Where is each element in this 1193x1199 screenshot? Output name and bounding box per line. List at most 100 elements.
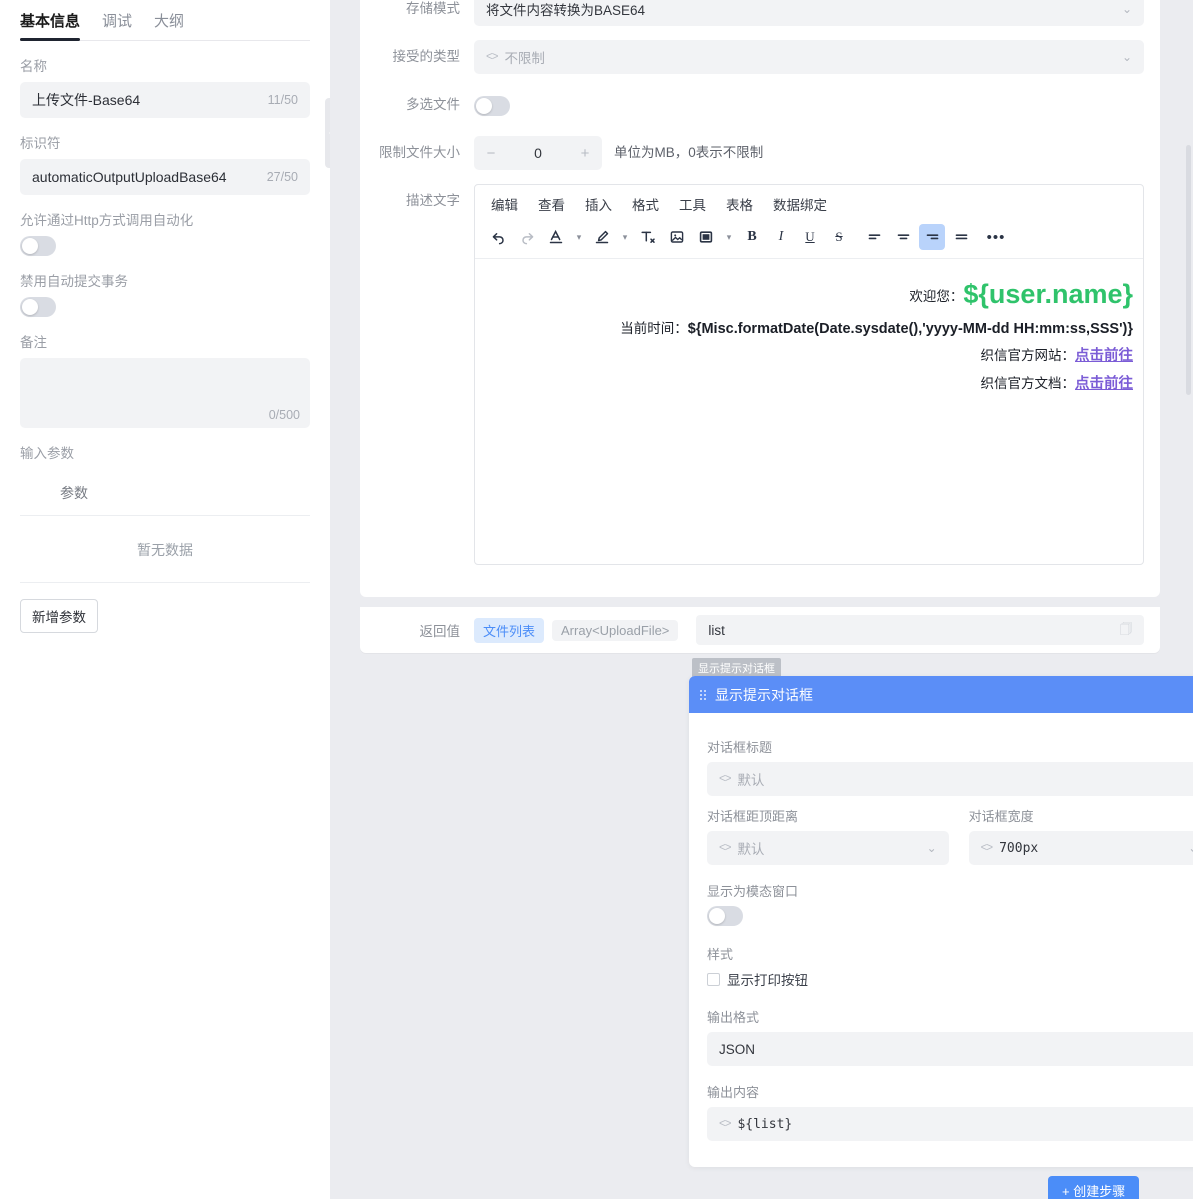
menu-edit[interactable]: 编辑 xyxy=(491,194,518,214)
print-button-checkbox[interactable] xyxy=(707,973,720,986)
highlight-icon[interactable] xyxy=(589,224,615,250)
dialog-width-select[interactable]: <> 700px ⌄ xyxy=(969,831,1193,865)
text-color-icon[interactable] xyxy=(543,224,569,250)
code-expression-icon: <> xyxy=(486,51,497,63)
print-button-checkbox-row[interactable]: 显示打印按钮 xyxy=(707,969,1193,989)
tab-outline[interactable]: 大纲 xyxy=(154,0,184,40)
input-params-label: 输入参数 xyxy=(20,442,310,462)
stepper-minus-button[interactable]: − xyxy=(474,145,508,162)
toggle-knob xyxy=(709,908,725,924)
menu-insert[interactable]: 插入 xyxy=(585,194,612,214)
sidebar-tabs: 基本信息 调试 大纲 xyxy=(0,0,330,40)
tab-debug[interactable]: 调试 xyxy=(102,0,132,40)
dialog-top-label: 对话框距顶距离 xyxy=(707,806,949,825)
app-root: 基本信息 调试 大纲 名称 上传文件-Base64 11/50 标识符 auto… xyxy=(0,0,1193,1199)
output-content-label: 输出内容 xyxy=(707,1082,1193,1101)
menu-table[interactable]: 表格 xyxy=(726,194,753,214)
return-value-input[interactable]: list 🗍 xyxy=(696,615,1144,645)
storage-mode-label: 存储模式 xyxy=(376,0,474,26)
return-value-row: 返回值 文件列表 Array<UploadFile> list 🗍 xyxy=(360,607,1160,653)
multi-file-row: 多选文件 xyxy=(376,88,1144,122)
step-header[interactable]: 显示提示对话框 禁用 xyxy=(689,676,1193,713)
clear-format-icon[interactable] xyxy=(635,224,661,250)
strikethrough-icon[interactable]: S xyxy=(826,224,852,250)
output-content-select[interactable]: <> ${list} ⌄ xyxy=(707,1107,1193,1141)
dialog-title-select[interactable]: <> 默认 ⌄ xyxy=(707,762,1193,796)
identifier-input-value: automaticOutputUploadBase64 xyxy=(32,169,267,185)
return-chip-name[interactable]: 文件列表 xyxy=(474,618,544,643)
output-format-select[interactable]: JSON ⌄ xyxy=(707,1032,1193,1066)
editor-menubar: 编辑 查看 插入 格式 工具 表格 数据绑定 xyxy=(475,185,1143,220)
main-panel: 存储模式 将文件内容转换为BASE64 ⌄ 接受的类型 <> 不限制 ⌄ xyxy=(330,0,1193,1199)
drag-handle-icon[interactable] xyxy=(699,689,709,701)
param-empty-state: 暂无数据 xyxy=(20,516,310,583)
limit-size-value[interactable]: 0 xyxy=(508,145,568,161)
more-icon[interactable]: ••• xyxy=(983,224,1009,250)
return-value-label: 返回值 xyxy=(376,620,474,640)
stepper-plus-button[interactable]: + xyxy=(568,145,602,162)
toggle-knob xyxy=(476,98,492,114)
remark-label: 备注 xyxy=(20,331,310,351)
shape-dropdown[interactable]: ▾ xyxy=(722,224,736,250)
chevron-down-icon: ⌄ xyxy=(1122,2,1132,16)
menu-format[interactable]: 格式 xyxy=(632,194,659,214)
shape-icon[interactable] xyxy=(693,224,719,250)
code-expression-icon: <> xyxy=(719,842,730,854)
multi-file-toggle[interactable] xyxy=(474,96,510,116)
http-call-toggle[interactable] xyxy=(20,236,56,256)
text-color-dropdown[interactable]: ▾ xyxy=(572,224,586,250)
vertical-scrollbar[interactable] xyxy=(1186,145,1191,395)
editor-line-website: 织信官方网站：点击前往 xyxy=(485,344,1133,365)
step-body: 对话框标题 <> 默认 ⌄ 对话框距顶距离 <> 默认 ⌄ xyxy=(689,713,1193,1167)
identifier-counter: 27/50 xyxy=(267,170,298,184)
tab-basic-info[interactable]: 基本信息 xyxy=(20,0,80,40)
italic-icon[interactable]: I xyxy=(768,224,794,250)
accept-type-select[interactable]: <> 不限制 ⌄ xyxy=(474,40,1144,74)
sidebar-body: 名称 上传文件-Base64 11/50 标识符 automaticOutput… xyxy=(0,55,330,633)
highlight-dropdown[interactable]: ▾ xyxy=(618,224,632,250)
menu-tools[interactable]: 工具 xyxy=(679,194,706,214)
redo-icon[interactable] xyxy=(514,224,540,250)
menu-data-binding[interactable]: 数据绑定 xyxy=(773,194,827,214)
dialog-dimensions-grid: 对话框距顶距离 <> 默认 ⌄ 对话框宽度 <> 700px ⌄ xyxy=(707,796,1193,865)
add-param-button[interactable]: 新增参数 xyxy=(20,599,98,633)
disable-autocommit-toggle[interactable] xyxy=(20,297,56,317)
docs-link[interactable]: 点击前往 xyxy=(1075,376,1133,392)
copy-icon[interactable]: 🗍 xyxy=(1120,620,1132,641)
website-link[interactable]: 点击前往 xyxy=(1075,348,1133,364)
name-input[interactable]: 上传文件-Base64 11/50 xyxy=(20,82,310,118)
disable-autocommit-label: 禁用自动提交事务 xyxy=(20,270,310,290)
create-step-button[interactable]: + 创建步骤 xyxy=(1048,1176,1139,1199)
image-icon[interactable] xyxy=(664,224,690,250)
time-prefix: 当前时间： xyxy=(620,321,688,336)
chevron-down-icon: ⌄ xyxy=(1188,841,1193,855)
remark-counter: 0/500 xyxy=(269,408,300,422)
align-right-icon[interactable] xyxy=(919,224,945,250)
align-center-icon[interactable] xyxy=(890,224,916,250)
http-call-label: 允许通过Http方式调用自动化 xyxy=(20,209,310,229)
chevron-down-icon: ⌄ xyxy=(1122,50,1132,64)
editor-line-time: 当前时间：${Misc.formatDate(Date.sysdate(),'y… xyxy=(485,317,1133,337)
underline-icon[interactable]: U xyxy=(797,224,823,250)
limit-size-stepper[interactable]: − 0 + xyxy=(474,136,602,170)
menu-view[interactable]: 查看 xyxy=(538,194,565,214)
modal-toggle[interactable] xyxy=(707,906,743,926)
dialog-top-select[interactable]: <> 默认 ⌄ xyxy=(707,831,949,865)
bold-icon[interactable]: B xyxy=(739,224,765,250)
output-content-value: ${list} xyxy=(737,1117,792,1132)
undo-icon[interactable] xyxy=(485,224,511,250)
identifier-label: 标识符 xyxy=(20,132,310,152)
modal-label: 显示为模态窗口 xyxy=(707,881,1193,900)
align-justify-icon[interactable] xyxy=(948,224,974,250)
storage-mode-select[interactable]: 将文件内容转换为BASE64 ⌄ xyxy=(474,0,1144,26)
name-input-value: 上传文件-Base64 xyxy=(32,90,268,110)
output-format-label: 输出格式 xyxy=(707,1007,1193,1026)
editor-content[interactable]: 欢迎您：${user.name} 当前时间：${Misc.formatDate(… xyxy=(475,259,1143,564)
remark-textarea[interactable]: 0/500 xyxy=(20,358,310,428)
identifier-input[interactable]: automaticOutputUploadBase64 27/50 xyxy=(20,159,310,195)
welcome-variable: ${user.name} xyxy=(963,279,1133,309)
time-variable: ${Misc.formatDate(Date.sysdate(),'yyyy-M… xyxy=(688,321,1133,337)
code-expression-icon: <> xyxy=(719,1118,730,1130)
editor-toolbar: ▾ ▾ xyxy=(475,220,1143,259)
align-left-icon[interactable] xyxy=(861,224,887,250)
